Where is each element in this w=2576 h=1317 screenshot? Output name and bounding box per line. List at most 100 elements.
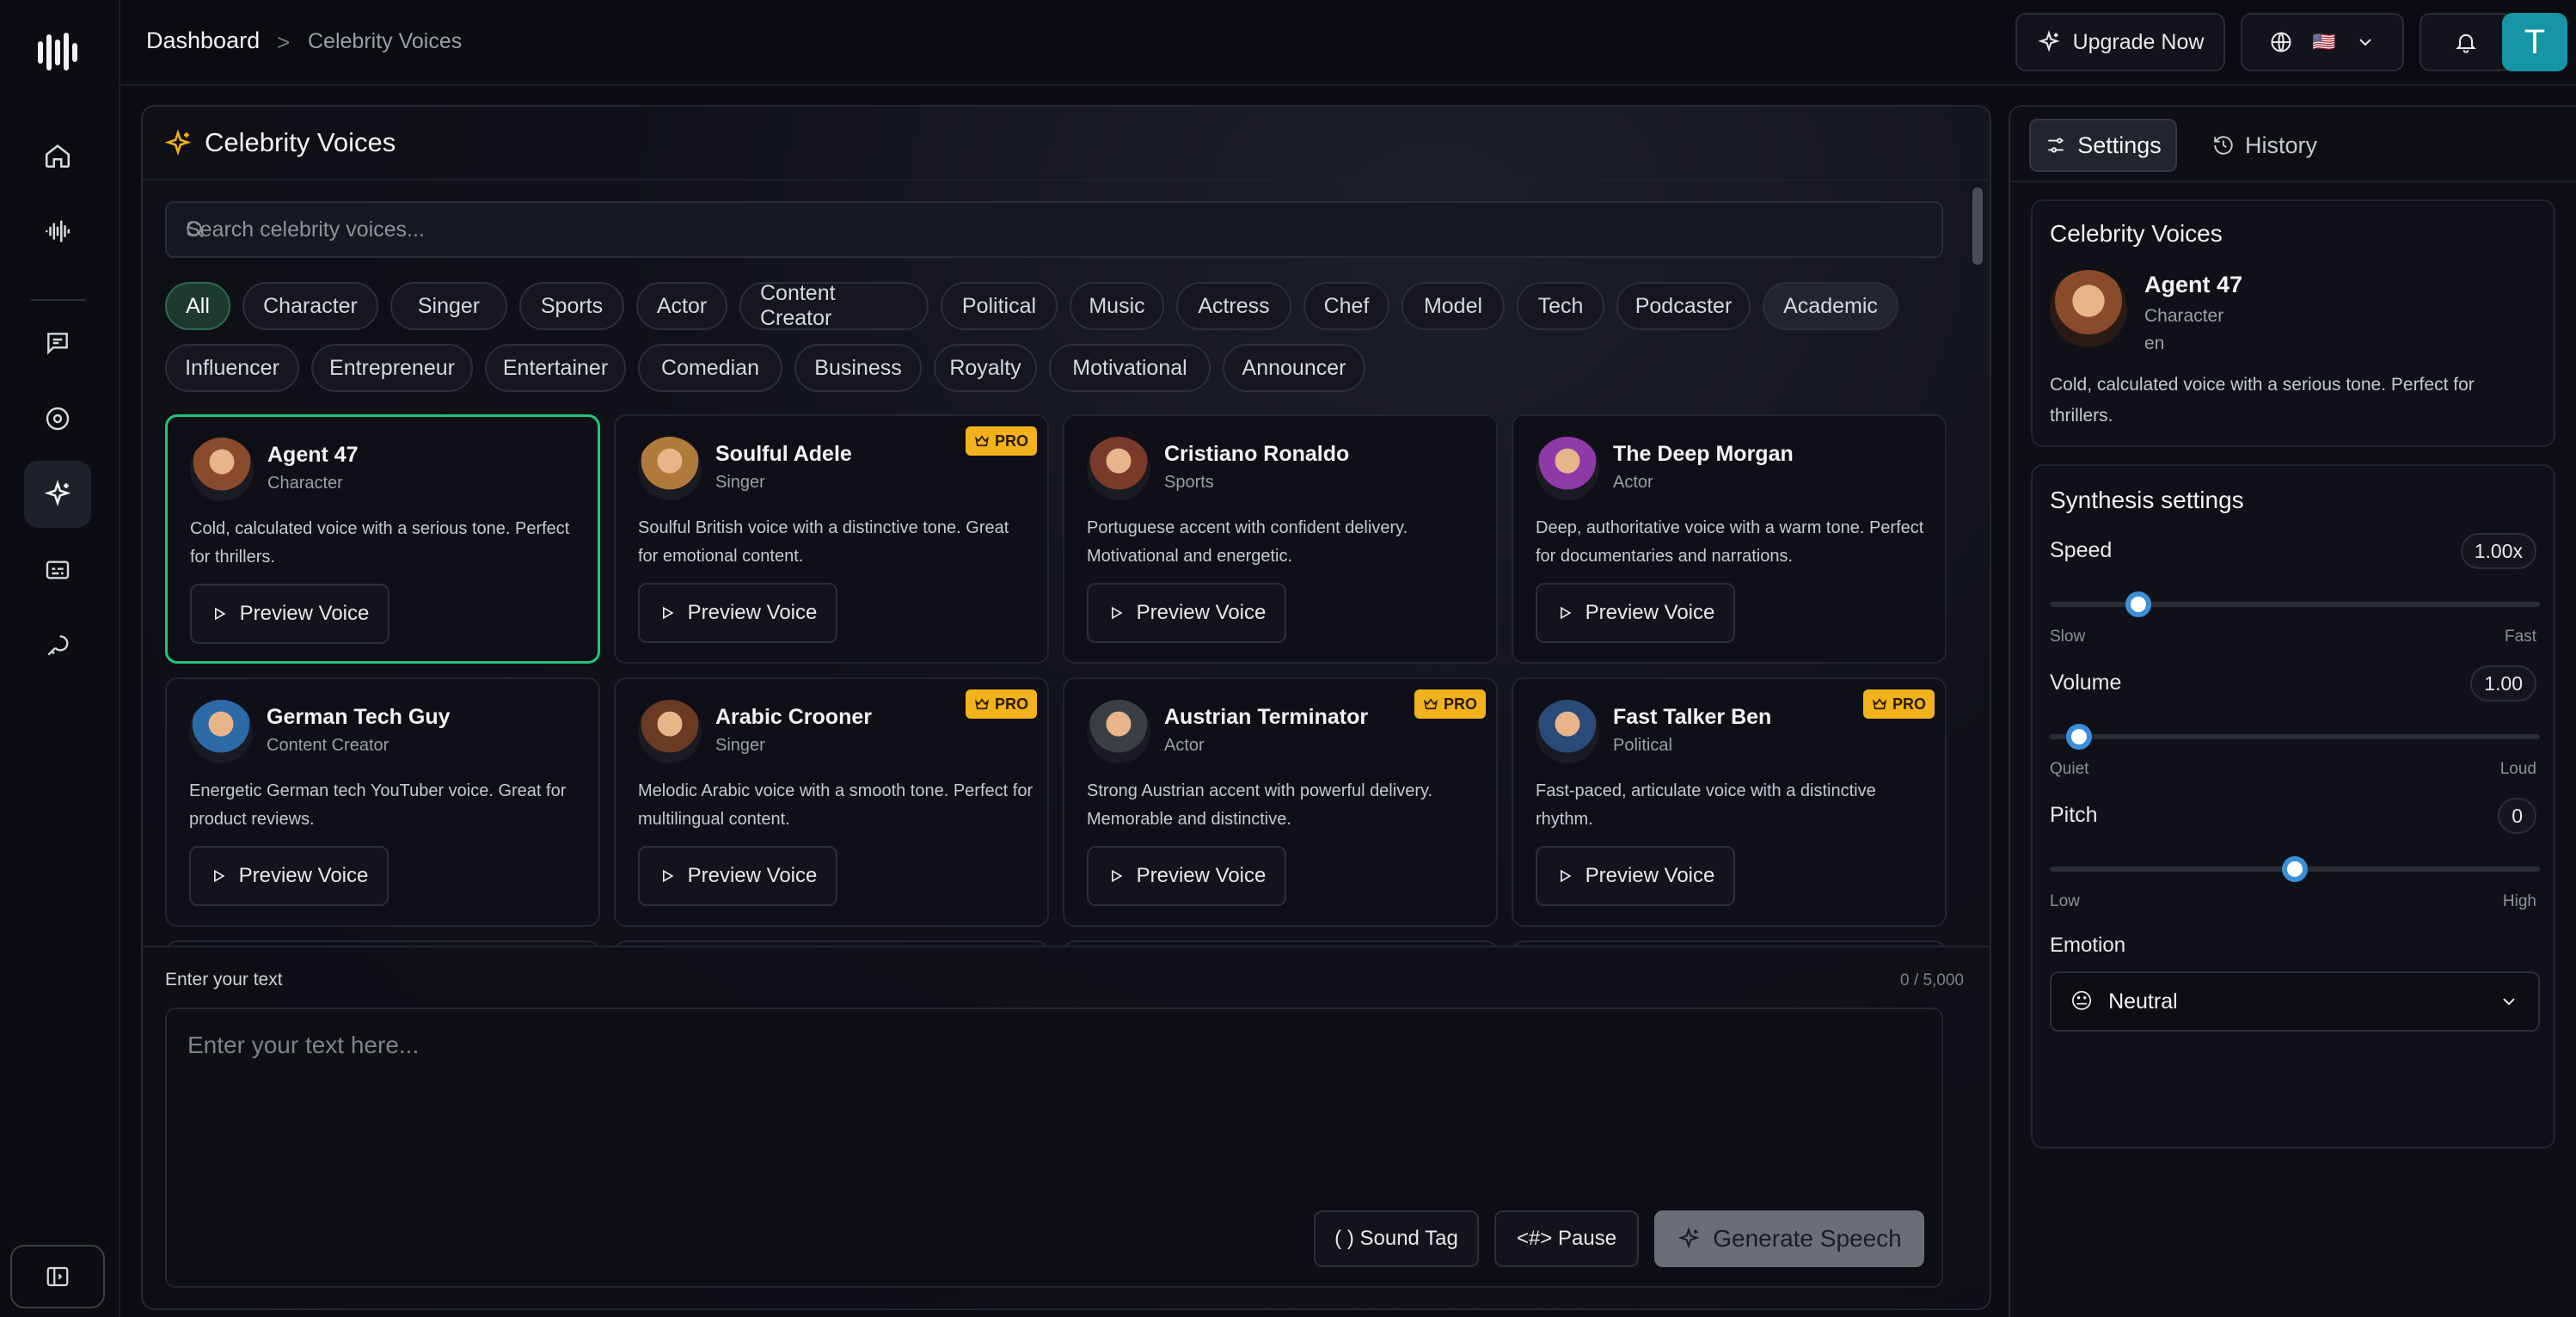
voice-card[interactable]: Cristiano Ronaldo Sports Portuguese accent… xyxy=(1063,414,1498,664)
volume-min-label: Quiet xyxy=(2050,760,2089,778)
logo-icon xyxy=(38,33,77,70)
play-icon xyxy=(662,869,674,883)
preview-voice-button[interactable]: Preview Voice xyxy=(190,584,389,644)
user-avatar[interactable]: T xyxy=(2502,13,2567,71)
sparkle-icon xyxy=(1677,1227,1700,1249)
category-chip[interactable]: Political xyxy=(941,282,1058,330)
sidebar-collapse-button[interactable] xyxy=(10,1245,105,1308)
voice-category: Singer xyxy=(715,473,765,492)
pro-badge: PRO xyxy=(965,689,1037,719)
sidebar-item-celebrity-voices[interactable] xyxy=(24,461,91,528)
pro-badge: PRO xyxy=(965,426,1037,456)
category-chip[interactable]: Chef xyxy=(1303,282,1389,330)
voice-card[interactable]: The Deep Morgan Actor Deep, authoritative … xyxy=(1512,414,1947,664)
category-chip[interactable]: Royalty xyxy=(934,344,1037,392)
pitch-min-label: Low xyxy=(2050,892,2080,910)
key-icon xyxy=(47,635,69,656)
voice-card[interactable]: Arabic Crooner Singer Melodic Arabic voice… xyxy=(614,677,1049,927)
sidebar-item-keys[interactable] xyxy=(24,612,91,679)
preview-voice-button[interactable]: Preview Voice xyxy=(1087,846,1286,906)
volume-slider-thumb[interactable] xyxy=(2066,724,2093,750)
category-chip[interactable]: Business xyxy=(794,344,922,392)
pitch-slider-thumb[interactable] xyxy=(2282,856,2308,882)
sidebar-item-disc[interactable] xyxy=(24,385,91,452)
voice-card[interactable]: German Tech Guy Content Creator Energetic … xyxy=(165,677,600,927)
voice-card[interactable]: Fast Talker Ben Political Fast-paced, arti… xyxy=(1512,677,1947,927)
sidebar-item-subtitles[interactable] xyxy=(24,536,91,603)
preview-voice-button[interactable]: Preview Voice xyxy=(638,583,837,643)
category-chip[interactable]: Model xyxy=(1401,282,1505,330)
speed-value: 1.00x xyxy=(2460,533,2536,569)
pro-badge: PRO xyxy=(1414,689,1486,719)
tab-settings[interactable]: Settings xyxy=(2029,119,2177,172)
category-chip[interactable]: Academic xyxy=(1763,282,1898,330)
selected-voice-category: Character xyxy=(2144,306,2224,326)
emotion-select[interactable]: 😐 Neutral xyxy=(2050,971,2540,1032)
history-icon xyxy=(2214,136,2233,155)
voice-name: German Tech Guy xyxy=(267,705,451,729)
search-field[interactable] xyxy=(165,201,1943,258)
speed-max-label: Fast xyxy=(2505,628,2536,646)
category-chip[interactable]: Music xyxy=(1070,282,1164,330)
voice-card[interactable]: Austrian Terminator Actor Strong Austrian … xyxy=(1063,677,1498,927)
category-chip[interactable]: Entrepreneur xyxy=(311,344,473,392)
voices-scroll-area: AllCharacterSingerSportsActorContent Cre… xyxy=(143,107,1966,946)
pause-button[interactable]: <#> Pause xyxy=(1494,1210,1639,1267)
category-chip[interactable]: Influencer xyxy=(165,344,299,392)
speed-min-label: Slow xyxy=(2050,628,2086,646)
sound-tag-button[interactable]: ( ) Sound Tag xyxy=(1314,1210,1479,1267)
speed-slider-thumb[interactable] xyxy=(2125,591,2151,617)
upgrade-now-button[interactable]: Upgrade Now xyxy=(2015,13,2225,71)
emotion-value: Neutral xyxy=(2108,989,2178,1014)
preview-voice-label: Preview Voice xyxy=(687,601,818,624)
voice-description: Cold, calculated voice with a serious to… xyxy=(190,519,570,567)
voice-description: Portuguese accent with confident deliver… xyxy=(1087,518,1408,566)
category-chip[interactable]: Announcer xyxy=(1223,344,1365,392)
voice-category: Actor xyxy=(1164,736,1205,755)
category-chip[interactable]: Entertainer xyxy=(485,344,626,392)
pitch-label: Pitch xyxy=(2050,803,2098,827)
category-chip[interactable]: Tech xyxy=(1517,282,1604,330)
category-chip[interactable]: Podcaster xyxy=(1616,282,1751,330)
scrollbar[interactable] xyxy=(1972,187,1983,265)
play-icon xyxy=(1111,869,1123,883)
category-chip[interactable]: Comedian xyxy=(638,344,782,392)
sidebar-item-chat[interactable] xyxy=(24,309,91,377)
voice-category: Sports xyxy=(1164,473,1214,492)
voice-card[interactable]: Soulful Adele Singer Soulful British voice… xyxy=(614,414,1049,664)
category-chip[interactable]: Singer xyxy=(390,282,507,330)
notifications-button[interactable] xyxy=(2420,13,2512,71)
category-chip[interactable]: Sports xyxy=(519,282,624,330)
search-input[interactable] xyxy=(167,203,1941,256)
voice-avatar xyxy=(190,438,254,501)
category-chip[interactable]: Motivational xyxy=(1049,344,1211,392)
sidebar-item-voices[interactable] xyxy=(24,198,91,265)
category-chip[interactable]: Actress xyxy=(1176,282,1291,330)
sidebar-item-home[interactable] xyxy=(24,122,91,189)
preview-voice-button[interactable]: Preview Voice xyxy=(638,846,837,906)
voice-card[interactable]: Agent 47 Character Cold, calculated voice … xyxy=(165,414,600,664)
category-chip[interactable]: Character xyxy=(242,282,378,330)
generate-speech-button[interactable]: Generate Speech xyxy=(1654,1210,1924,1267)
voice-name: Agent 47 xyxy=(267,443,359,467)
category-chip[interactable]: All xyxy=(165,282,230,330)
preview-voice-label: Preview Voice xyxy=(687,864,818,887)
speed-slider[interactable] xyxy=(2050,602,2540,607)
app-logo[interactable] xyxy=(31,26,83,77)
preview-voice-button[interactable]: Preview Voice xyxy=(189,846,389,906)
preview-voice-button[interactable]: Preview Voice xyxy=(1536,846,1735,906)
voice-name: Soulful Adele xyxy=(715,442,852,466)
upgrade-now-label: Upgrade Now xyxy=(2072,29,2205,54)
text-input-label: Enter your text xyxy=(165,970,283,989)
breadcrumb-dashboard[interactable]: Dashboard xyxy=(146,28,260,54)
sparkle-icon xyxy=(44,480,71,506)
category-chip[interactable]: Content Creator xyxy=(739,281,929,330)
volume-value: 1.00 xyxy=(2470,665,2536,701)
home-icon xyxy=(45,144,71,168)
volume-slider[interactable] xyxy=(2050,734,2540,739)
language-selector[interactable]: 🇺🇸 xyxy=(2241,13,2404,71)
preview-voice-button[interactable]: Preview Voice xyxy=(1536,583,1735,643)
category-chip[interactable]: Actor xyxy=(636,282,727,330)
preview-voice-button[interactable]: Preview Voice xyxy=(1087,583,1286,643)
tab-history[interactable]: History xyxy=(2191,119,2339,172)
